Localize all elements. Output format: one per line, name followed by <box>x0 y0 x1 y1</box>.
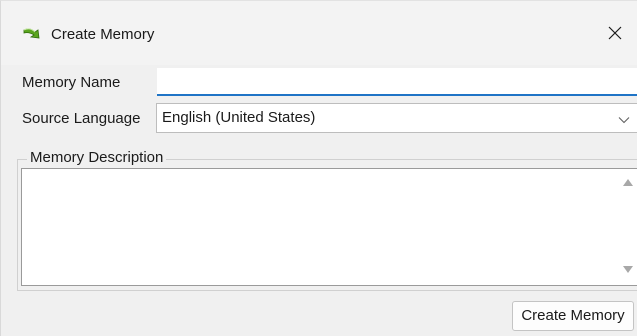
memory-name-label: Memory Name <box>22 74 121 91</box>
scroll-up-arrow-icon[interactable] <box>623 179 633 186</box>
memory-description-textarea[interactable] <box>21 168 637 286</box>
close-icon <box>607 25 623 45</box>
source-language-label: Source Language <box>22 110 141 127</box>
window-title: Create Memory <box>51 26 155 43</box>
source-language-select[interactable]: English (United States) <box>156 103 637 133</box>
close-button[interactable] <box>592 15 637 55</box>
create-memory-button[interactable]: Create Memory <box>512 301 634 331</box>
title-bar[interactable]: Create Memory <box>1 1 637 65</box>
create-memory-dialog: Create Memory Memory Name Source Languag… <box>0 0 637 336</box>
source-language-value: English (United States) <box>162 109 316 126</box>
scroll-down-arrow-icon[interactable] <box>623 266 633 273</box>
vertical-scrollbar[interactable] <box>620 169 637 285</box>
green-arrow-icon <box>22 26 46 42</box>
chevron-down-icon <box>618 113 630 125</box>
memory-name-input[interactable] <box>157 68 637 96</box>
memory-description-title: Memory Description <box>27 149 167 167</box>
